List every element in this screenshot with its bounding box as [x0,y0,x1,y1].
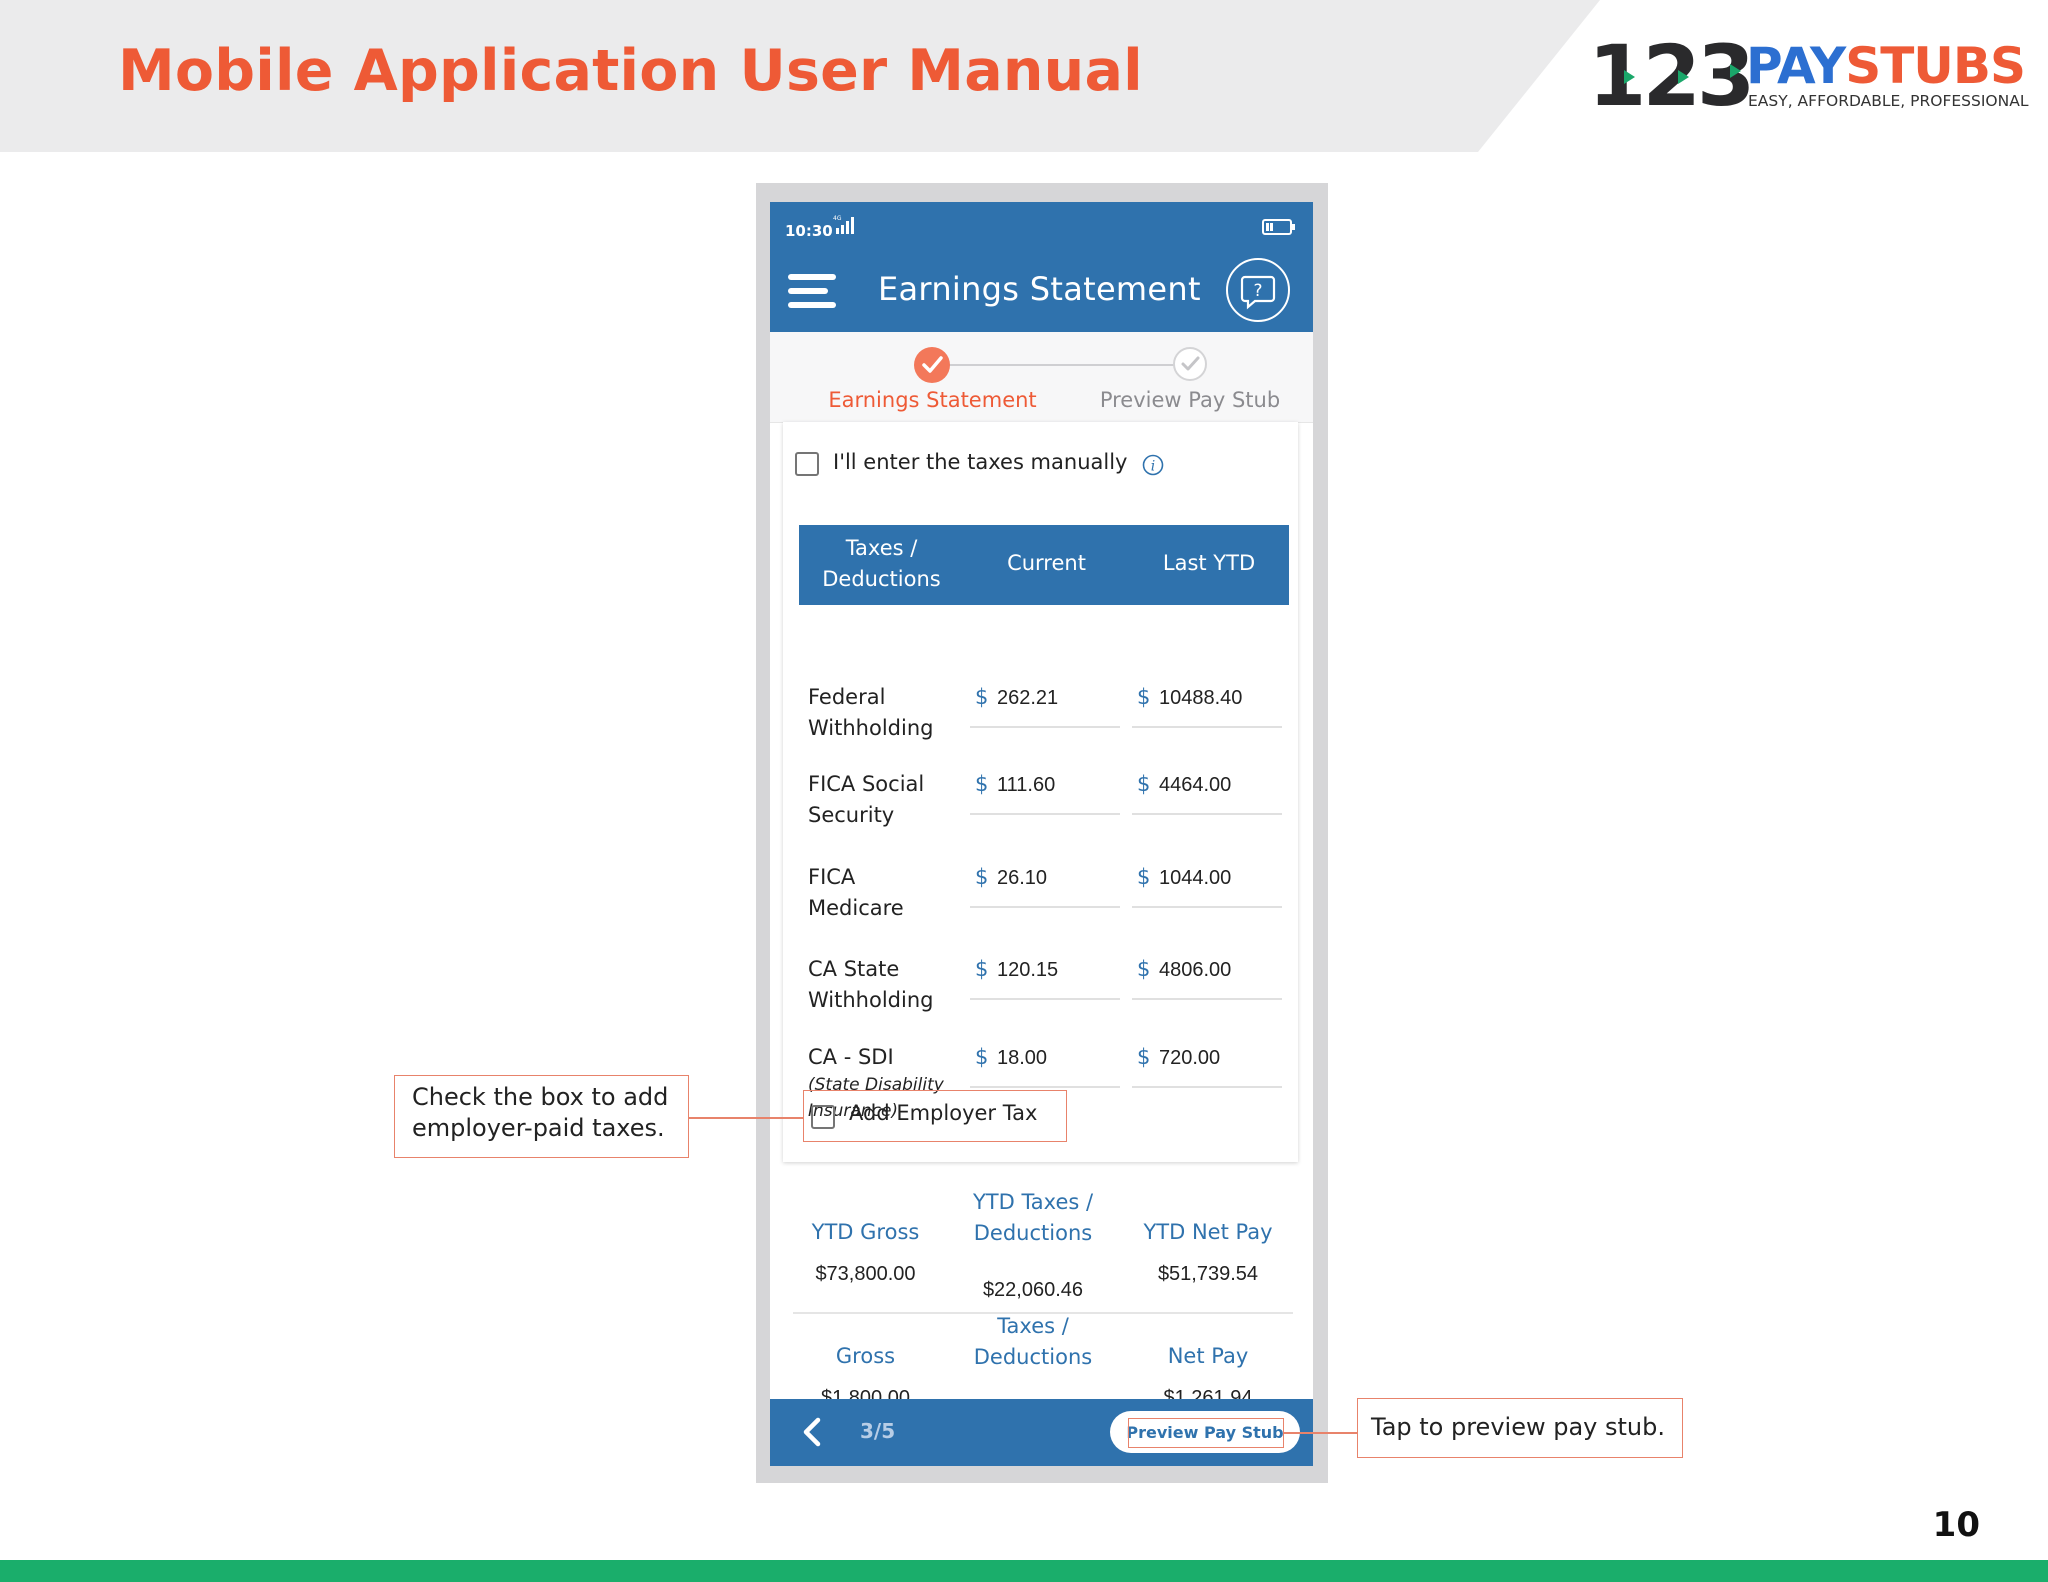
ytd-amount: 720.00 [1159,1047,1221,1069]
tax-name: FICA Medicare [808,865,904,920]
employer-tax-callout: Check the box to add employer-paid taxes… [394,1075,689,1158]
current-amount-input[interactable]: $ 111.60 [970,769,1120,815]
ytd-amount: 1044.00 [1159,867,1232,889]
callout-connector-right [1284,1432,1357,1434]
currency-symbol: $ [1137,685,1151,709]
logo-arrow-icon [1624,70,1635,84]
add-employer-tax-label: Add Employer Tax [849,1101,1038,1125]
logo-number: 123 [1588,27,1755,125]
ytd-amount: 10488.40 [1159,687,1243,709]
logo-word-pay: PAY [1746,37,1846,95]
manual-taxes-label: I'll enter the taxes manually [833,450,1128,474]
logo-word-stubs: STUBS [1845,37,2026,95]
tax-table-header: Taxes / Deductions Current Last YTD [799,525,1289,605]
tax-name: Federal Withholding [808,685,934,740]
svg-text:i: i [1151,459,1155,475]
current-amount-input[interactable]: $ 262.21 [970,682,1120,728]
help-chat-glyph: ? [1240,275,1276,310]
app-bar: Earnings Statement ? [770,252,1313,332]
progress-stepper: Earnings Statement Preview Pay Stub [770,332,1313,423]
current-amount-input[interactable]: $ 18.00 [970,1042,1120,1088]
ytd-amount: 4464.00 [1159,774,1232,796]
taxes-label: Taxes / Deductions [973,1314,1093,1369]
info-icon[interactable]: i [1142,454,1164,476]
logo-wordmark: PAYSTUBS [1746,37,2026,95]
ytd-amount: 4806.00 [1159,959,1232,981]
current-amount: 262.21 [997,687,1059,709]
currency-symbol: $ [1137,957,1151,981]
currency-symbol: $ [975,957,989,981]
ytd-amount-input[interactable]: $ 1044.00 [1132,862,1282,908]
page-indicator: 3/5 [860,1419,896,1443]
currency-symbol: $ [1137,865,1151,889]
battery-icon [1262,219,1295,235]
current-amount: 120.15 [997,959,1059,981]
document-title: Mobile Application User Manual [118,38,1143,104]
logo-arrow-icon [1730,64,1741,78]
column-header-taxes: Taxes / Deductions [799,533,964,595]
ytd-gross-value: $73,800.00 [815,1263,916,1285]
status-time: 10:30 [785,222,833,240]
preview-callout: Tap to preview pay stub. [1357,1398,1683,1458]
logo-tagline: EASY, AFFORDABLE, PROFESSIONAL [1748,92,2029,110]
svg-text:?: ? [1253,281,1262,301]
step-pending-check-icon [1173,347,1207,381]
ytd-amount-input[interactable]: $ 4464.00 [1132,769,1282,815]
current-amount: 26.10 [997,867,1048,889]
menu-icon[interactable] [788,274,836,310]
current-amount: 111.60 [997,774,1056,796]
preview-pay-stub-button[interactable]: Preview Pay Stub [1110,1411,1300,1453]
pay-summary: YTD Gross $73,800.00 YTD Taxes / Deducti… [783,1187,1298,1409]
ytd-taxes-label: YTD Taxes / Deductions [972,1190,1094,1245]
currency-symbol: $ [1137,772,1151,796]
currency-symbol: $ [975,865,989,889]
footer-bar [0,1560,2048,1582]
app-bar-title: Earnings Statement [878,270,1201,308]
tax-name: CA State Withholding [808,957,934,1012]
current-amount-input[interactable]: $ 120.15 [970,954,1120,1000]
network-type: 4G [833,215,842,222]
ytd-gross-label: YTD Gross [811,1220,920,1244]
step-preview-pay-stub[interactable]: Preview Pay Stub [1075,388,1305,412]
currency-symbol: $ [975,772,989,796]
bottom-nav-bar: 3/5 Preview Pay Stub [770,1399,1313,1466]
gross-label: Gross [835,1344,896,1368]
logo-arrow-icon [1678,70,1689,84]
help-chat-icon[interactable]: ? [1226,258,1290,322]
ytd-amount-input[interactable]: $ 720.00 [1132,1042,1282,1088]
ytd-net-pay-label: YTD Net Pay [1143,1220,1273,1244]
column-header-last-ytd: Last YTD [1162,551,1256,575]
status-bar: 10:30 4G [770,202,1313,252]
ytd-amount-input[interactable]: $ 10488.40 [1132,682,1282,728]
signal-icon: 4G [833,215,854,234]
column-header-taxes-text: Taxes / Deductions [822,536,941,591]
callout-connector-left [689,1117,803,1119]
phone-screen: 10:30 4G Earnings Statement ? Earnings S… [770,202,1313,1466]
current-amount: 18.00 [997,1047,1048,1069]
stepper-line [933,364,1193,366]
net-pay-label: Net Pay [1167,1344,1249,1368]
page-number: 10 [1932,1505,1980,1545]
ytd-net-pay-value: $51,739.54 [1157,1263,1259,1285]
step-completed-check-icon [914,347,950,383]
chevron-left-icon[interactable] [800,1417,824,1447]
ytd-amount-input[interactable]: $ 4806.00 [1132,954,1282,1000]
step-earnings-statement[interactable]: Earnings Statement [815,388,1050,412]
company-logo: 123 PAYSTUBS EASY, AFFORDABLE, PROFESSIO… [1588,27,2028,125]
currency-symbol: $ [1137,1045,1151,1069]
tax-name: CA - SDI [808,1045,894,1069]
manual-taxes-checkbox[interactable] [795,452,819,476]
currency-symbol: $ [975,1045,989,1069]
ytd-taxes-value: $22,060.46 [982,1279,1084,1301]
tax-name: FICA Social Security [808,772,925,827]
currency-symbol: $ [975,685,989,709]
column-header-current: Current [1007,551,1086,575]
current-amount-input[interactable]: $ 26.10 [970,862,1120,908]
add-employer-tax-checkbox[interactable] [811,1105,835,1129]
